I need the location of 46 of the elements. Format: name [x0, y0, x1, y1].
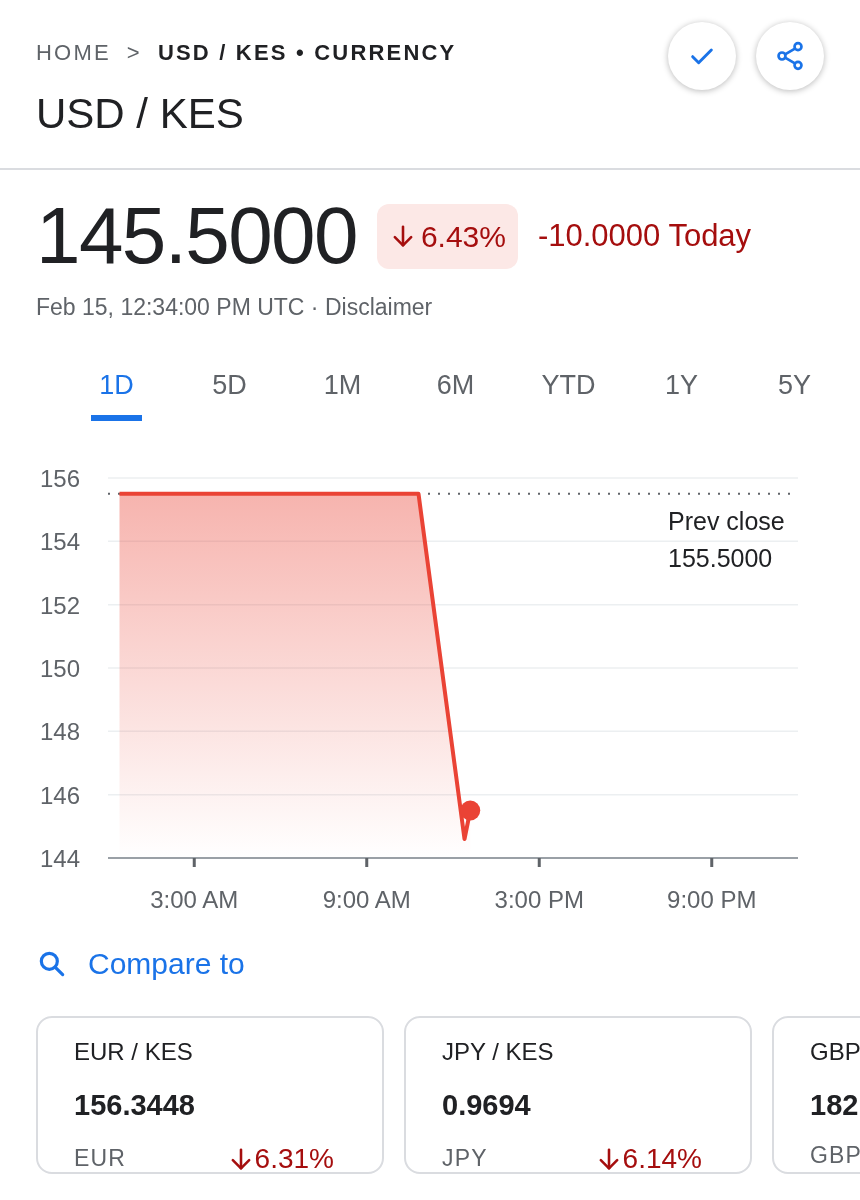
- range-tab[interactable]: 1Y: [625, 364, 738, 421]
- y-axis-label: 152: [40, 591, 81, 619]
- x-axis-label: 3:00 AM: [150, 886, 239, 913]
- currency-pair: JPY / KES: [442, 1037, 555, 1067]
- currency-pair: GBP: [810, 1037, 860, 1067]
- range-tab[interactable]: 5D: [173, 364, 286, 421]
- breadcrumb-separator: >: [126, 39, 142, 67]
- disclaimer-link[interactable]: Disclaimer: [324, 290, 433, 325]
- page-title: USD / KES: [36, 93, 245, 135]
- y-axis-label: 144: [40, 845, 81, 872]
- card-change: 6.31%: [226, 1137, 334, 1174]
- currency-code: GBP: [810, 1140, 860, 1170]
- x-axis-label: 9:00 AM: [322, 886, 411, 913]
- compare-to-link[interactable]: Compare to: [88, 941, 245, 986]
- currency-code: JPY: [442, 1144, 488, 1174]
- range-tab[interactable]: 1M: [286, 364, 399, 421]
- prev-close-label: Prev close: [668, 507, 785, 535]
- currency-pair: EUR / KES: [74, 1037, 194, 1067]
- currency-card[interactable]: EUR / KES 156.3448 EUR 6.31%: [36, 1016, 384, 1174]
- y-axis-label: 154: [40, 528, 81, 556]
- timestamp: Feb 15, 12:34:00 PM UTC ·: [36, 293, 320, 322]
- x-axis-label: 9:00 PM: [667, 886, 757, 913]
- y-axis-label: 148: [40, 718, 81, 746]
- change-today: -10.0000 Today: [537, 216, 752, 255]
- y-axis-label: 156: [40, 465, 81, 492]
- card-price: 182.: [810, 1088, 860, 1123]
- prev-close-value: 155.5000: [668, 544, 773, 572]
- price: 145.5000: [36, 196, 357, 276]
- range-tab[interactable]: 5Y: [738, 364, 851, 421]
- currency-code: EUR: [74, 1144, 126, 1174]
- breadcrumb-current: USD / KES • CURRENCY: [157, 39, 457, 67]
- change-percent-badge: 6.43%: [376, 203, 518, 269]
- currency-card[interactable]: GBP 182. GBP: [772, 1016, 860, 1174]
- range-tab[interactable]: 6M: [399, 364, 512, 421]
- y-axis-label: 146: [40, 781, 81, 809]
- card-price: 156.3448: [74, 1088, 196, 1123]
- share-icon: [774, 40, 806, 72]
- x-axis-label: 3:00 PM: [494, 886, 584, 913]
- card-change: 6.14%: [594, 1137, 702, 1174]
- currency-card[interactable]: JPY / KES 0.9694 JPY 6.14%: [404, 1016, 752, 1174]
- breadcrumb-home-link[interactable]: HOME: [36, 36, 111, 69]
- share-button[interactable]: [756, 22, 824, 90]
- card-price: 0.9694: [442, 1088, 532, 1123]
- range-tab[interactable]: 1D: [60, 364, 173, 421]
- y-axis-label: 150: [40, 655, 81, 682]
- range-tab[interactable]: YTD: [512, 364, 625, 421]
